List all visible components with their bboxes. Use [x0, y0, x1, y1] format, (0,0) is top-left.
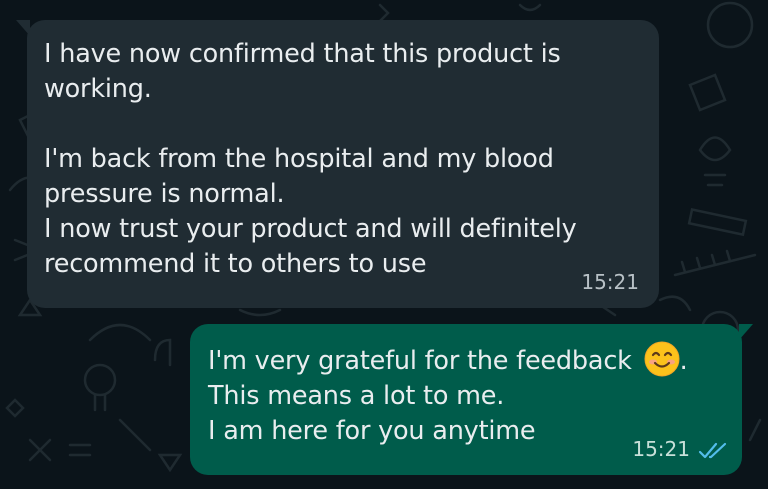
message-text-line: recommend it to others to use	[44, 249, 427, 279]
message-text-line: I'm back from the hospital and my blood	[44, 144, 554, 174]
message-text-line: I now trust your product and will defini…	[44, 214, 577, 244]
message-text: I'm very grateful for the feedback	[208, 346, 632, 376]
message-text-line: This means a lot to me.	[208, 381, 505, 411]
message-text-line: I have now confirmed that this product i…	[44, 39, 561, 69]
message-text-line: I'm very grateful for the feedback .	[208, 341, 742, 379]
message-timestamp: 15:21	[581, 270, 639, 294]
message-text-line: working.	[44, 74, 152, 104]
outgoing-message-bubble[interactable]: I'm very grateful for the feedback . Thi…	[190, 324, 753, 475]
double-check-icon	[698, 442, 727, 459]
smiling-face-emoji	[644, 341, 680, 377]
incoming-message-bubble[interactable]: I have now confirmed that this product i…	[16, 20, 659, 308]
message-text-line: pressure is normal.	[44, 179, 285, 209]
message-text-period: .	[679, 346, 688, 376]
message-timestamp: 15:21	[632, 437, 690, 461]
